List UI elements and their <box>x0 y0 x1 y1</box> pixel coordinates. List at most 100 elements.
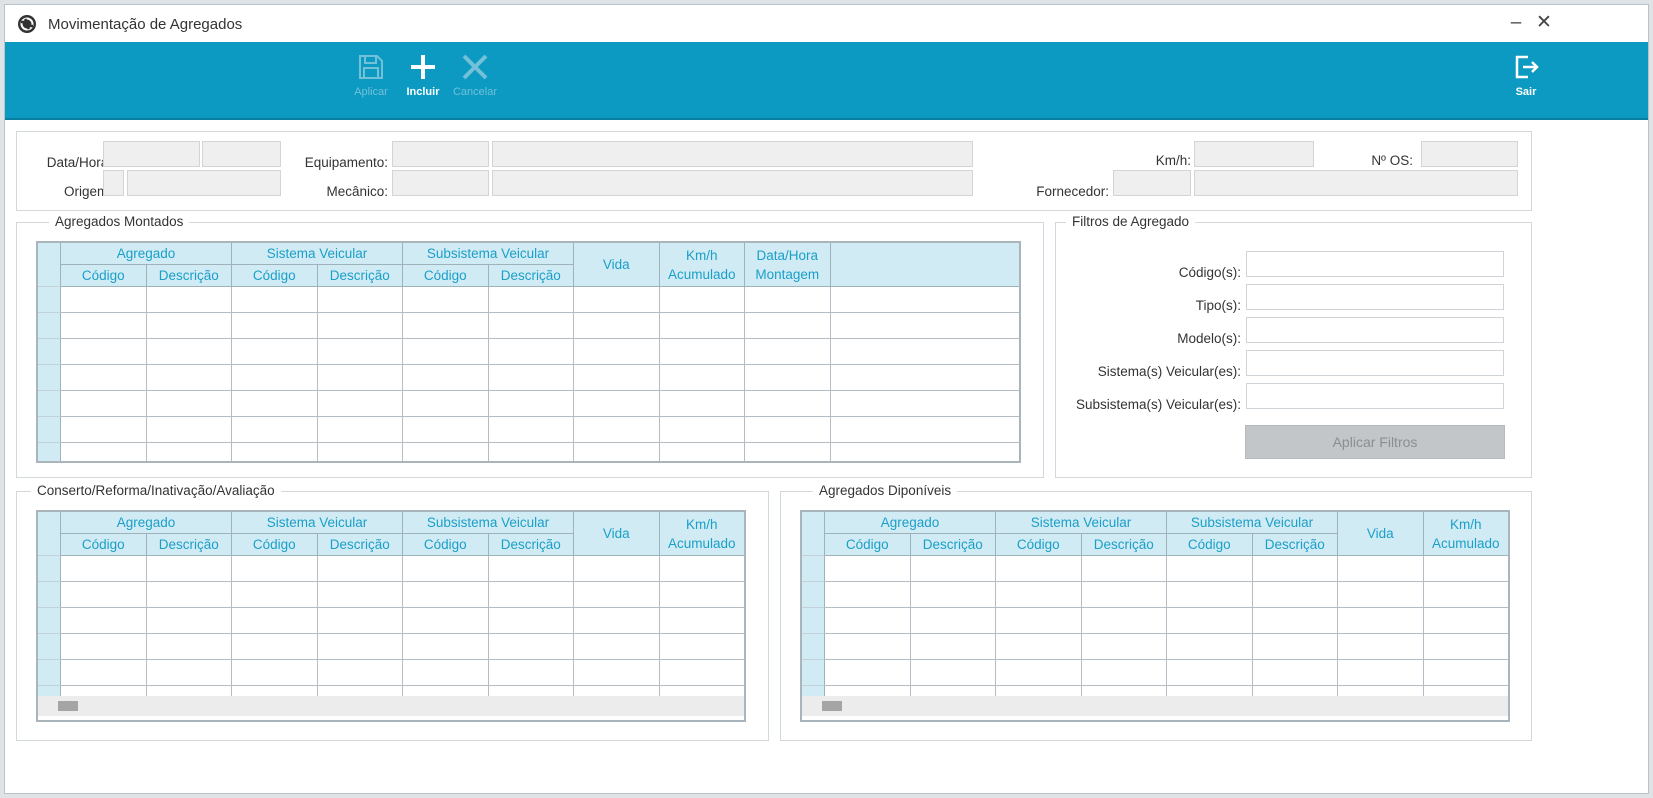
grid-cell[interactable] <box>61 365 147 391</box>
grid-cell[interactable] <box>146 634 232 660</box>
grid-cell[interactable] <box>1338 634 1424 660</box>
grid-cell[interactable] <box>1423 660 1508 686</box>
os-field[interactable] <box>1421 141 1518 167</box>
grid-cell[interactable] <box>403 417 489 443</box>
row-selector[interactable] <box>38 556 61 582</box>
grid-cell[interactable] <box>830 287 1019 313</box>
time-field[interactable] <box>202 141 281 167</box>
grid-cell[interactable] <box>574 287 660 313</box>
grid-cell[interactable] <box>996 556 1082 582</box>
grid-cell[interactable] <box>488 660 574 686</box>
grid-cell[interactable] <box>745 391 831 417</box>
grid-cell[interactable] <box>146 339 232 365</box>
grid-cell[interactable] <box>574 556 660 582</box>
grid-cell[interactable] <box>574 365 660 391</box>
mechanic-code-field[interactable] <box>392 170 489 196</box>
grid-cell[interactable] <box>403 339 489 365</box>
grid-cell[interactable] <box>659 313 745 339</box>
row-selector[interactable] <box>802 556 825 582</box>
grid-cell[interactable] <box>745 443 831 461</box>
scrollbar-thumb[interactable] <box>58 701 78 711</box>
grid-cell[interactable] <box>232 582 318 608</box>
date-field[interactable] <box>103 141 200 167</box>
grid-cell[interactable] <box>1338 556 1424 582</box>
grid-cell[interactable] <box>488 608 574 634</box>
supplier-desc-field[interactable] <box>1194 170 1518 196</box>
grid-cell[interactable] <box>232 287 318 313</box>
grid-cell[interactable] <box>61 608 147 634</box>
grid-cell[interactable] <box>232 365 318 391</box>
grid-cell[interactable] <box>232 443 318 461</box>
mechanic-desc-field[interactable] <box>492 170 973 196</box>
grid-cell[interactable] <box>1081 556 1167 582</box>
grid-cell[interactable] <box>232 313 318 339</box>
grid-cell[interactable] <box>61 417 147 443</box>
grid-cell[interactable] <box>910 608 996 634</box>
grid-cell[interactable] <box>574 339 660 365</box>
grid-cell[interactable] <box>830 365 1019 391</box>
grid-cell[interactable] <box>317 313 403 339</box>
grid-cell[interactable] <box>488 556 574 582</box>
grid-cell[interactable] <box>659 417 745 443</box>
horizontal-scrollbar[interactable] <box>802 696 1508 716</box>
grid-cell[interactable] <box>317 443 403 461</box>
grid-cell[interactable] <box>825 608 911 634</box>
systems-input[interactable] <box>1246 350 1504 376</box>
grid-cell[interactable] <box>488 365 574 391</box>
scrollbar-thumb[interactable] <box>822 701 842 711</box>
close-window-button[interactable]: ✕ <box>1532 11 1556 35</box>
grid-cell[interactable] <box>146 443 232 461</box>
grid-cell[interactable] <box>61 391 147 417</box>
grid-cell[interactable] <box>317 556 403 582</box>
grid-cell[interactable] <box>1081 582 1167 608</box>
grid-cell[interactable] <box>910 660 996 686</box>
grid-cell[interactable] <box>1423 582 1508 608</box>
grid-cell[interactable] <box>996 660 1082 686</box>
grid-cell[interactable] <box>830 417 1019 443</box>
grid-cell[interactable] <box>1252 634 1338 660</box>
grid-cell[interactable] <box>910 582 996 608</box>
grid-cell[interactable] <box>1167 608 1253 634</box>
grid-cell[interactable] <box>232 660 318 686</box>
grid-cell[interactable] <box>317 417 403 443</box>
grid-cell[interactable] <box>830 313 1019 339</box>
grid-cell[interactable] <box>996 608 1082 634</box>
grid-cell[interactable] <box>1423 556 1508 582</box>
grid-cell[interactable] <box>1167 634 1253 660</box>
grid-cell[interactable] <box>745 417 831 443</box>
grid-cell[interactable] <box>745 287 831 313</box>
grid-cell[interactable] <box>317 634 403 660</box>
grid-cell[interactable] <box>1081 634 1167 660</box>
supplier-code-field[interactable] <box>1113 170 1191 196</box>
grid-cell[interactable] <box>825 582 911 608</box>
grid-cell[interactable] <box>659 608 744 634</box>
grid-cell[interactable] <box>1081 660 1167 686</box>
grid-cell[interactable] <box>659 634 744 660</box>
grid-cell[interactable] <box>317 365 403 391</box>
grid-cell[interactable] <box>1252 660 1338 686</box>
grid-cell[interactable] <box>403 443 489 461</box>
grid-cell[interactable] <box>488 634 574 660</box>
grid-cell[interactable] <box>232 556 318 582</box>
minimize-button[interactable]: – <box>1504 11 1528 35</box>
grid-cell[interactable] <box>1252 582 1338 608</box>
grid-cell[interactable] <box>745 365 831 391</box>
grid-cell[interactable] <box>1167 556 1253 582</box>
grid-cell[interactable] <box>317 608 403 634</box>
origin-desc-field[interactable] <box>127 170 281 196</box>
grid-cell[interactable] <box>146 417 232 443</box>
grid-cell[interactable] <box>488 417 574 443</box>
grid-cell[interactable] <box>910 556 996 582</box>
grid-cell[interactable] <box>659 582 744 608</box>
grid-cell[interactable] <box>1252 556 1338 582</box>
models-input[interactable] <box>1246 317 1504 343</box>
grid-cell[interactable] <box>317 287 403 313</box>
grid-cell[interactable] <box>317 582 403 608</box>
grid-cell[interactable] <box>488 339 574 365</box>
grid-cell[interactable] <box>659 660 744 686</box>
grid-cell[interactable] <box>830 391 1019 417</box>
grid-cell[interactable] <box>825 634 911 660</box>
grid-cell[interactable] <box>659 443 745 461</box>
grid-cell[interactable] <box>1338 660 1424 686</box>
grid-cell[interactable] <box>659 391 745 417</box>
